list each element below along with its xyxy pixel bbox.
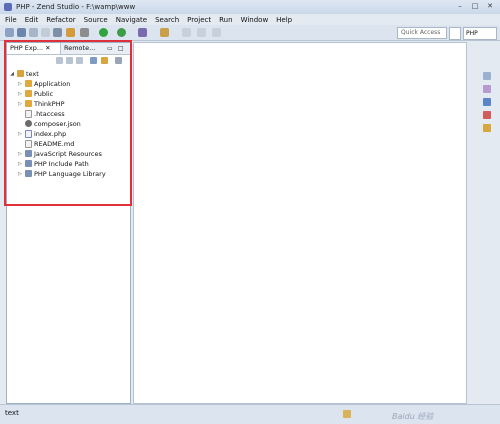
menu-project[interactable]: Project — [182, 16, 214, 24]
run-icon[interactable] — [99, 28, 108, 37]
build-icon[interactable] — [53, 28, 62, 37]
outline-view-icon[interactable] — [483, 72, 491, 80]
menu-search[interactable]: Search — [150, 16, 182, 24]
window-title: PHP - Zend Studio - F:\wamp\www — [16, 3, 136, 11]
search-tools-icon[interactable] — [160, 28, 169, 37]
highlight-box — [4, 40, 132, 206]
menu-navigate[interactable]: Navigate — [111, 16, 150, 24]
menu-bar: File Edit Refactor Source Navigate Searc… — [0, 14, 500, 25]
open-folder-icon[interactable] — [66, 28, 75, 37]
menu-window[interactable]: Window — [236, 16, 272, 24]
new-icon[interactable] — [5, 28, 14, 37]
console-view-icon[interactable] — [483, 98, 491, 106]
quick-access-input[interactable]: Quick Access — [397, 27, 447, 39]
status-trim-icon[interactable] — [343, 410, 351, 418]
save-all-icon[interactable] — [29, 28, 38, 37]
back-icon[interactable] — [182, 28, 191, 37]
close-button[interactable]: ✕ — [484, 2, 496, 11]
type-hierarchy-icon[interactable] — [483, 85, 491, 93]
forward-icon[interactable] — [197, 28, 206, 37]
menu-run[interactable]: Run — [214, 16, 235, 24]
problems-view-icon[interactable] — [483, 111, 491, 119]
last-edit-icon[interactable] — [212, 28, 221, 37]
settings-icon[interactable] — [80, 28, 89, 37]
php-perspective-button[interactable]: PHP — [463, 27, 497, 40]
external-tools-icon[interactable] — [138, 28, 147, 37]
minimize-button[interactable]: – — [454, 2, 466, 11]
menu-edit[interactable]: Edit — [20, 16, 42, 24]
print-icon[interactable] — [41, 28, 50, 37]
status-bar: text Baidu 经验 — [0, 404, 500, 424]
debug-icon[interactable] — [117, 28, 126, 37]
right-trim-toolbar — [481, 72, 493, 137]
zend-app-icon — [4, 3, 12, 11]
php-perspective-label: PHP — [466, 30, 478, 37]
title-bar: PHP - Zend Studio - F:\wamp\www – □ ✕ — [0, 0, 500, 14]
save-icon[interactable] — [17, 28, 26, 37]
status-text: text — [5, 409, 19, 417]
main-toolbar: Quick Access PHP — [0, 25, 500, 41]
open-perspective-button[interactable] — [449, 27, 461, 40]
maximize-button[interactable]: □ — [469, 2, 481, 11]
menu-source[interactable]: Source — [79, 16, 111, 24]
tasks-view-icon[interactable] — [483, 124, 491, 132]
watermark: Baidu 经验 — [392, 412, 434, 421]
menu-file[interactable]: File — [0, 16, 20, 24]
menu-help[interactable]: Help — [271, 16, 295, 24]
editor-area[interactable] — [133, 42, 467, 404]
menu-refactor[interactable]: Refactor — [41, 16, 78, 24]
